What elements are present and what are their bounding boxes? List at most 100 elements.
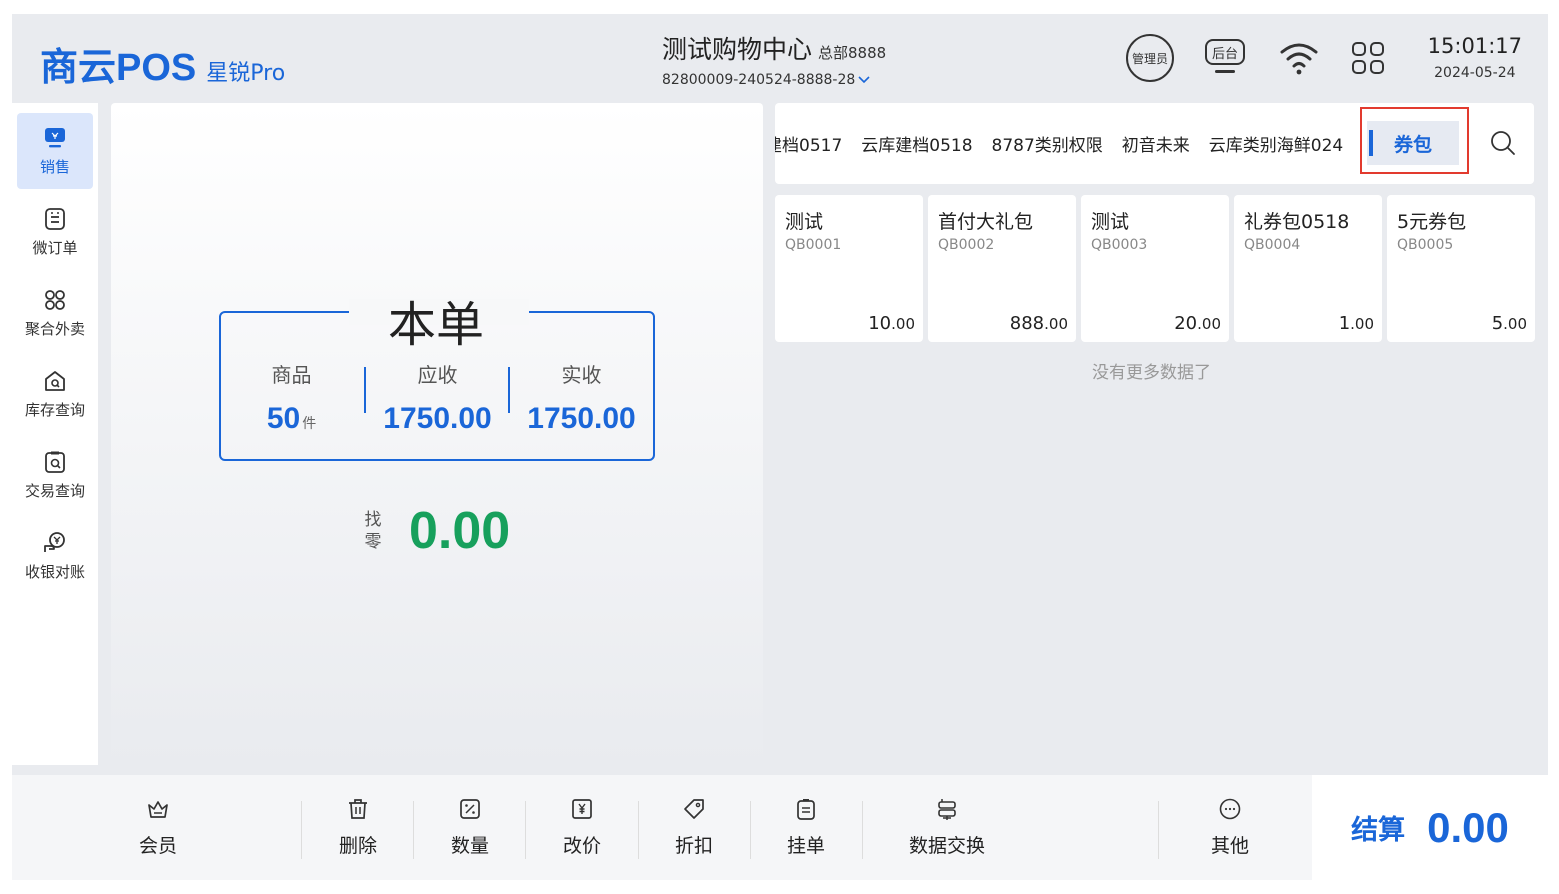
category-tab[interactable]: 云库类别海鲜024 (1209, 131, 1343, 156)
product-name: 礼券包0518 (1244, 211, 1350, 233)
hold-order-label: 挂单 (786, 835, 825, 857)
reconciliation-icon (44, 531, 65, 552)
pos-app: 商云POS 星锐Pro 测试购物中心 总部8888 82800009-240524… (12, 14, 1548, 880)
sidebar-item-label: 库存查询 (24, 400, 85, 419)
checkout-button[interactable]: 结算 0.00 (1312, 775, 1548, 880)
trash-icon (349, 799, 367, 819)
no-more-data-text: 没有更多数据了 (1092, 363, 1211, 383)
product-card[interactable]: 礼券包0518 QB0004 1.00 (1234, 195, 1382, 342)
sidebar-item-takeaway[interactable]: 聚合外卖 (17, 275, 93, 351)
sidebar-item-label: 聚合外卖 (24, 319, 85, 338)
product-code: QB0003 (1091, 237, 1148, 253)
product-code: QB0005 (1397, 237, 1454, 253)
hold-order-button[interactable]: 挂单 (756, 775, 856, 880)
checkout-label: 结算 (1351, 815, 1406, 846)
sales-icon (45, 127, 65, 147)
clock-date: 2024-05-24 (1434, 65, 1516, 81)
delete-label: 删除 (338, 835, 377, 857)
product-card[interactable]: 测试 QB0003 20.00 (1081, 195, 1229, 342)
product-card[interactable]: 测试 QB0001 10.00 (775, 195, 923, 342)
quantity-button[interactable]: 数量 (420, 775, 520, 880)
received-label: 实收 (561, 363, 602, 387)
category-tab[interactable]: 建档0517 (775, 131, 842, 156)
logo: 商云POS 星锐Pro (40, 36, 285, 91)
receivable-block: 应收 1750.00 (365, 359, 510, 436)
data-exchange-button[interactable]: 数据交换 (882, 775, 1012, 880)
sidebar-item-label: 收银对账 (24, 562, 85, 581)
sidebar-item-label: 微订单 (32, 238, 78, 257)
received-amount: 1750.00 (527, 402, 636, 435)
goods-count-block: 商品 50 件 (219, 359, 364, 436)
product-price: 5.00 (1491, 313, 1527, 334)
other-button[interactable]: 其他 (1180, 775, 1280, 880)
change-price-button[interactable]: 改价 (532, 775, 632, 880)
takeaway-icon (45, 289, 65, 310)
change-label: 找零 (364, 510, 382, 552)
product-price: 888.00 (1009, 313, 1068, 334)
store-code: 82800009-240524-8888-28 (662, 72, 856, 88)
quantity-label: 数量 (450, 835, 489, 857)
product-name: 首付大礼包 (938, 211, 1034, 233)
goods-unit: 件 (302, 415, 317, 431)
logo-main-text: 商云POS (40, 47, 197, 89)
member-button[interactable]: 会员 (108, 775, 208, 880)
product-card[interactable]: 5元券包 QB0005 5.00 (1387, 195, 1535, 342)
sidebar-item-reconciliation[interactable]: 收银对账 (17, 518, 93, 594)
store-info[interactable]: 测试购物中心 总部8888 82800009-240524-8888-28 (662, 30, 886, 88)
category-tab[interactable]: 初音未来 (1122, 131, 1190, 156)
product-price: 20.00 (1174, 313, 1221, 334)
receivable-amount: 1750.00 (383, 402, 492, 435)
sidebar-item-label: 交易查询 (24, 481, 85, 500)
backend-button[interactable]: 后台 (1204, 39, 1246, 77)
product-code: QB0001 (785, 237, 842, 253)
product-code: QB0004 (1244, 237, 1301, 253)
store-hq: 总部8888 (818, 44, 887, 62)
category-list[interactable]: 建档0517 云库建档0518 8787类别权限 初音未来 云库类别海鲜024 (775, 103, 1359, 184)
product-price: 1.00 (1338, 313, 1374, 334)
change-amount: 0.00 (409, 502, 511, 560)
goods-label: 商品 (271, 363, 312, 387)
order-summary-panel: 本单 商品 50 件 应收 1750.00 实收 1750.00 找零 0.00 (111, 103, 763, 765)
change-price-label: 改价 (562, 835, 601, 857)
sidebar: 销售 微订单 聚合外卖 库存查询 交易查询 收银对账 (12, 103, 98, 765)
bottom-toolbar: 会员 删除 数量 改价 折扣 挂单 数据交换 其他 结算 0.00 (12, 775, 1548, 880)
sidebar-item-sales[interactable]: 销售 (17, 113, 93, 189)
header-actions: 管理员 后台 (1126, 34, 1386, 82)
tag-icon (684, 799, 704, 819)
receivable-label: 应收 (417, 363, 458, 387)
other-label: 其他 (1210, 835, 1249, 857)
clipboard-icon (797, 799, 815, 820)
crown-icon (148, 801, 168, 818)
clock-time: 15:01:17 (1427, 34, 1522, 58)
wifi-icon[interactable] (1278, 38, 1320, 78)
clock: 15:01:17 2024-05-24 (1428, 34, 1522, 81)
product-name: 测试 (785, 211, 824, 233)
category-tab[interactable]: 云库建档0518 (861, 131, 972, 156)
store-code-selector[interactable]: 82800009-240524-8888-28 (662, 72, 886, 88)
checkout-amount: 0.00 (1427, 803, 1509, 851)
change-block: 找零 0.00 (363, 501, 511, 561)
product-card[interactable]: 首付大礼包 QB0002 888.00 (928, 195, 1076, 342)
header: 商云POS 星锐Pro 测试购物中心 总部8888 82800009-240524… (12, 14, 1548, 103)
sidebar-item-micro-order[interactable]: 微订单 (17, 194, 93, 270)
sidebar-item-transaction[interactable]: 交易查询 (17, 437, 93, 513)
product-price: 10.00 (868, 313, 915, 334)
admin-button[interactable]: 管理员 (1126, 34, 1174, 82)
apps-grid-icon[interactable] (1350, 40, 1386, 76)
summary-title: 本单 (387, 297, 484, 353)
received-block: 实收 1750.00 (509, 359, 654, 436)
yen-icon (572, 799, 592, 819)
sidebar-item-inventory[interactable]: 库存查询 (17, 356, 93, 432)
discount-button[interactable]: 折扣 (644, 775, 744, 880)
delete-button[interactable]: 删除 (308, 775, 408, 880)
backend-icon: 后台 (1205, 39, 1245, 65)
search-icon[interactable] (1489, 129, 1517, 157)
micro-order-icon (45, 207, 65, 230)
goods-count: 50 (266, 402, 301, 435)
logo-sub-text: 星锐Pro (206, 61, 286, 86)
backend-label: 后台 (1211, 46, 1238, 62)
product-name: 5元券包 (1397, 211, 1467, 233)
quantity-icon (460, 799, 480, 819)
more-icon (1219, 798, 1241, 820)
category-tab[interactable]: 8787类别权限 (992, 131, 1103, 156)
